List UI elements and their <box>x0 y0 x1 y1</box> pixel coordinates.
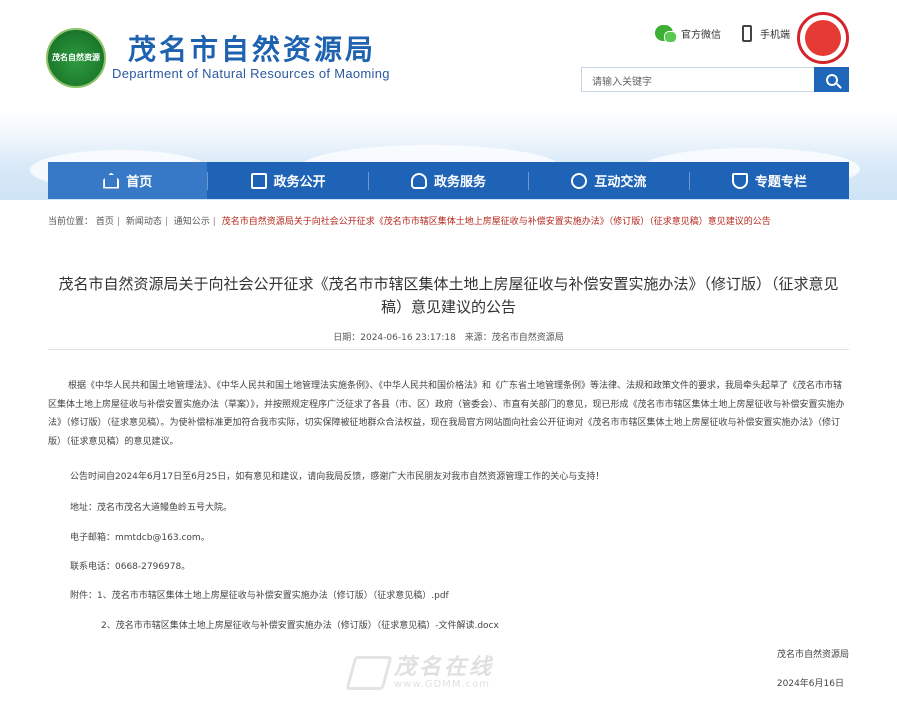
nav-item-government-affairs[interactable]: 政务公开 <box>208 162 367 199</box>
nav-item-label: 互动交流 <box>594 175 647 190</box>
main-nav: 首页 政务公开 政务服务 互动交流 专题专栏 <box>48 162 849 199</box>
nav-item-label: 政务服务 <box>434 175 487 190</box>
service-icon <box>411 172 427 189</box>
nav-item-services[interactable]: 政务服务 <box>369 162 528 199</box>
trophy-icon <box>731 172 748 189</box>
watermark: 茂名在线 www.GDMM.com <box>345 654 495 690</box>
breadcrumb-prefix: 当前位置： <box>48 217 94 227</box>
watermark-url: www.GDMM.com <box>394 678 491 690</box>
logo-text: 茂名自然资源 <box>52 53 100 62</box>
breadcrumb-current[interactable]: 茂名市自然资源局关于向社会公开征求《茂名市市辖区集体土地上房屋征收与补偿安置实施… <box>222 217 771 227</box>
seal-emblem-icon <box>805 20 841 56</box>
phone-icon <box>742 25 752 42</box>
notice-period-text: 公告时间自2024年6月17日至6月25日，如有意见和建议，请向我局反馈，感谢广… <box>70 472 605 482</box>
mobile-label: 手机端 <box>760 30 790 41</box>
wechat-label: 官方微信 <box>681 29 721 41</box>
breadcrumb-news[interactable]: 新闻动态 <box>126 217 162 227</box>
article-meta: 日期：2024-06-16 23:17:18 来源：茂名市自然资源局 <box>48 330 849 343</box>
breadcrumb-separator: | <box>116 217 120 227</box>
attachment-row: 2、茂名市市辖区集体土地上房屋征收与补偿安置实施办法（修订版）（征求意见稿）-文… <box>101 618 499 631</box>
mobile-link[interactable]: 手机端 <box>742 25 790 42</box>
nav-item-home[interactable]: 首页 <box>48 162 208 199</box>
search-icon <box>825 73 838 86</box>
breadcrumb: 当前位置： 首页 | 新闻动态 | 通知公示 | 茂名市自然资源局关于向社会公开征求《… <box>48 212 849 232</box>
attachment-link-pdf[interactable]: 1、茂名市市辖区集体土地上房屋征收与补偿安置实施办法（修订版）（征求意见稿）.p… <box>97 591 449 601</box>
city-seal-logo <box>797 12 849 64</box>
nav-item-label: 专题专栏 <box>754 175 807 190</box>
title-divider <box>48 349 849 350</box>
watermark-text: 茂名在线 <box>394 654 495 680</box>
signature-date: 2024年6月16日 <box>776 679 844 689</box>
search-input[interactable]: 请输入关键字 <box>581 67 815 92</box>
article-title: 茂名市自然资源局关于向社会公开征求《茂名市市辖区集体土地上房屋征收与补偿安置实施… <box>58 275 839 316</box>
document-icon <box>250 172 267 189</box>
nav-item-special-topics[interactable]: 专题专栏 <box>690 162 849 199</box>
address-text: 地址：茂名市茂名大道鳗鱼岭五号大院。 <box>70 503 233 513</box>
nav-item-label: 首页 <box>126 175 153 190</box>
email-text: 电子邮箱：mmtdcb@163.com。 <box>70 533 210 543</box>
breadcrumb-separator: | <box>212 217 216 227</box>
article-paragraph: 根据《中华人民共和国土地管理法》、《中华人民共和国土地管理法实施条例》、《中华人… <box>48 381 845 447</box>
nav-item-interaction[interactable]: 互动交流 <box>529 162 688 199</box>
attachment-row: 附件：1、茂名市市辖区集体土地上房屋征收与补偿安置实施办法（修订版）（征求意见稿… <box>70 588 449 601</box>
site-logo[interactable]: 茂名自然资源 <box>46 28 106 88</box>
attachment-prefix: 附件： <box>70 591 98 601</box>
attachment-link-docx[interactable]: 2、茂名市市辖区集体土地上房屋征收与补偿安置实施办法（修订版）（征求意见稿）-文… <box>101 621 499 631</box>
breadcrumb-home[interactable]: 首页 <box>96 217 114 227</box>
home-icon <box>103 172 120 189</box>
site-title-english: Department of Natural Resources of Maomi… <box>112 66 390 81</box>
watermark-text-group: 茂名在线 www.GDMM.com <box>394 654 495 690</box>
site-title[interactable]: 茂名市自然资源局 <box>128 28 376 68</box>
watermark-logo-icon <box>345 656 393 690</box>
breadcrumb-separator: | <box>164 217 168 227</box>
breadcrumb-notices[interactable]: 通知公示 <box>174 217 210 227</box>
article-date: 日期：2024-06-16 23:17:18 <box>333 333 456 343</box>
wechat-icon <box>655 25 677 43</box>
wechat-link[interactable]: 官方微信 <box>655 25 721 43</box>
chat-icon <box>571 172 588 189</box>
search-button[interactable] <box>814 67 849 92</box>
signature-text: 茂名市自然资源局 <box>776 650 849 660</box>
phone-text: 联系电话：0668-2796978。 <box>70 562 191 572</box>
nav-item-label: 政务公开 <box>273 175 326 190</box>
article-source: 来源：茂名市自然资源局 <box>464 333 564 343</box>
